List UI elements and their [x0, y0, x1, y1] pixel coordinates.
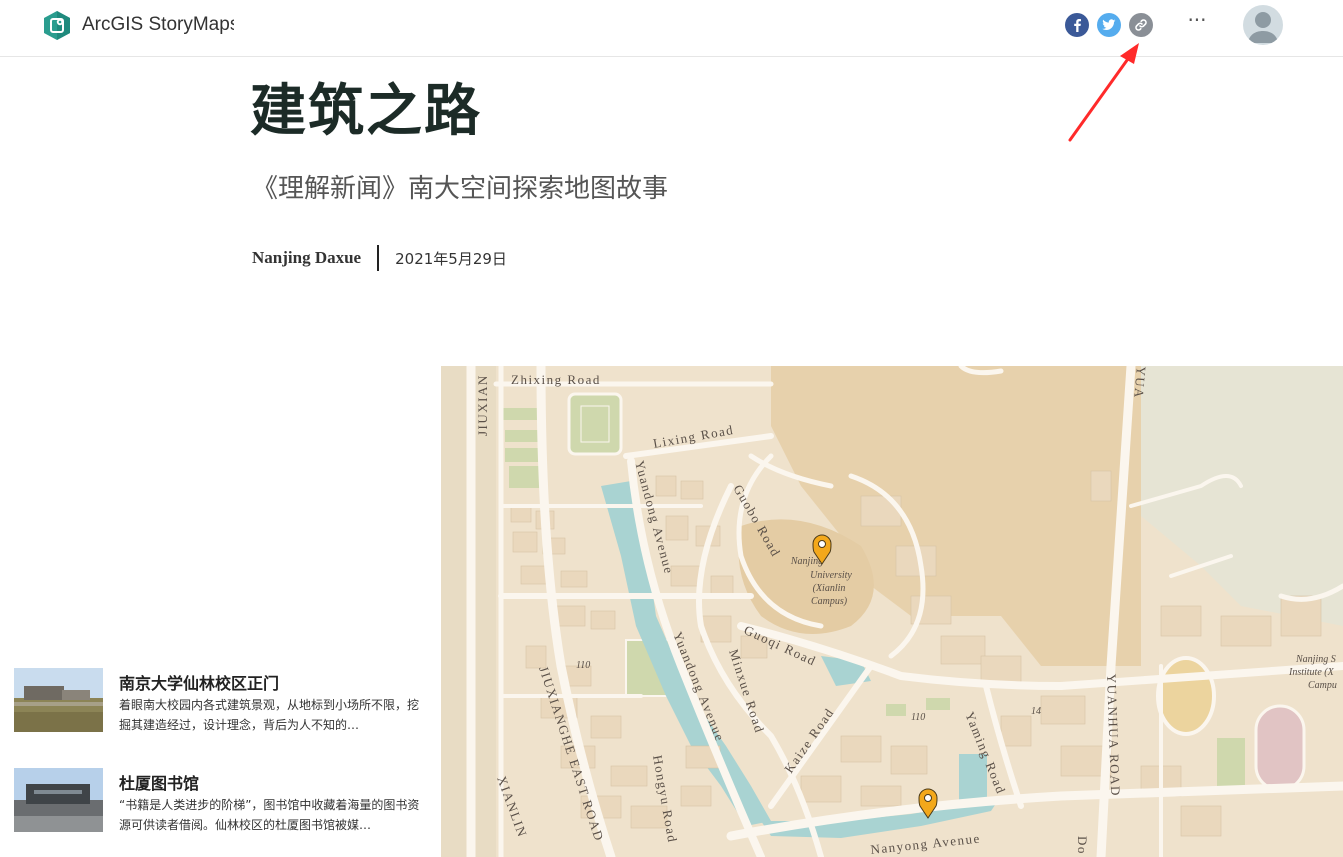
- map-canvas: Zhixing Road Lixing Road Yuandong Avenue…: [441, 366, 1343, 857]
- twitter-share-button[interactable]: [1097, 13, 1121, 37]
- road-label-do: Do: [1075, 836, 1090, 855]
- facebook-icon: [1074, 19, 1081, 32]
- card-title-1: 南京大学仙林校区正门: [119, 674, 280, 693]
- poi2-label-line-3: Campu: [1308, 680, 1337, 691]
- app-header: ArcGIS StoryMaps ···: [0, 0, 1343, 57]
- facebook-share-button[interactable]: [1065, 13, 1089, 37]
- twitter-icon: [1102, 19, 1116, 31]
- road-number-110a: 110: [576, 660, 590, 671]
- card-desc-1: 着眼南大校园内各式建筑景观，从地标到小场所不限，挖掘其建造经过，设计理念，背后为…: [119, 698, 420, 732]
- brand-name: ArcGIS StoryMaps: [82, 14, 234, 35]
- card-title-2: 杜厦图书馆: [119, 774, 200, 793]
- user-icon: [1248, 12, 1278, 43]
- more-options-button[interactable]: ···: [1184, 10, 1210, 36]
- user-avatar[interactable]: [1243, 5, 1283, 45]
- poi2-label-line-2: Institute (X: [1288, 667, 1335, 678]
- story-card-1[interactable]: 南京大学仙林校区正门 着眼南大校园内各式建筑景观，从地标到小场所不限，挖掘其建造…: [14, 668, 424, 734]
- poi2-label-line-1: Nanjing S: [1295, 654, 1336, 665]
- byline: Nanjing Daxue 2021年5月29日: [252, 245, 507, 271]
- road-label-zhixing: Zhixing Road: [511, 372, 601, 387]
- copy-link-button[interactable]: [1129, 13, 1153, 37]
- poi-label-line-4: Campus): [811, 596, 848, 607]
- map-view[interactable]: Zhixing Road Lixing Road Yuandong Avenue…: [441, 366, 1343, 857]
- link-icon: [1135, 19, 1147, 31]
- story-title: 建筑之路: [250, 79, 482, 144]
- road-label-jiuxian: JIUXIAN: [475, 374, 490, 436]
- story-subtitle: 《理解新闻》南大空间探索地图故事: [252, 174, 669, 204]
- road-number-14: 14: [1031, 706, 1041, 717]
- poi-label-line-3: (Xianlin: [813, 583, 846, 594]
- byline-divider: [377, 245, 380, 271]
- story-card-2[interactable]: 杜厦图书馆 “书籍是人类进步的阶梯”，图书馆中收藏着海量的图书资源可供读者借阅。…: [14, 768, 424, 834]
- card-thumbnail-1: [14, 668, 103, 732]
- publish-date: 2021年5月29日: [395, 249, 507, 268]
- storymaps-logo-icon[interactable]: [42, 10, 72, 41]
- card-desc-2: “书籍是人类进步的阶梯”，图书馆中收藏着海量的图书资源可供读者借阅。仙林校区的杜…: [119, 798, 420, 832]
- author-name: Nanjing Daxue: [252, 248, 362, 267]
- poi-label-line-2: University: [810, 570, 852, 581]
- road-label-yua: YUA: [1131, 366, 1149, 400]
- road-number-110b: 110: [911, 712, 925, 723]
- card-thumbnail-2: [14, 768, 103, 832]
